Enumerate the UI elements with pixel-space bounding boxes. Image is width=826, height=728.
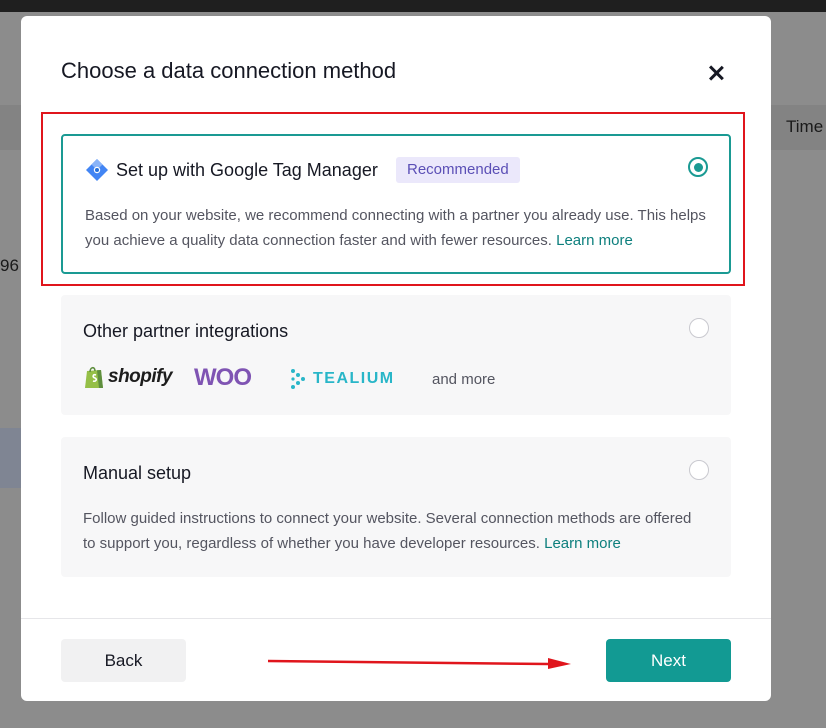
option-partner-integrations[interactable]: Other partner integrations shopify WOO T… [61,295,731,415]
option-manual-setup[interactable]: Manual setup Follow guided instructions … [61,437,731,577]
close-icon[interactable] [701,58,731,88]
next-button[interactable]: Next [606,639,731,682]
option-description: Follow guided instructions to connect yo… [83,506,698,556]
and-more-text: and more [432,371,496,388]
woo-logo: WOO [194,364,252,391]
background-partial-number: 96 [0,256,19,275]
tealium-logo-text: TEALIUM [313,370,395,387]
footer-divider [21,618,771,619]
option-title: Manual setup [83,463,192,483]
annotation-highlight-box [41,112,745,286]
dialog-title: Choose a data connection method [61,58,397,83]
radio-partner-integrations[interactable] [689,318,709,338]
back-button[interactable]: Back [61,639,186,682]
background-time-column-label: Time [786,117,824,136]
learn-more-link[interactable]: Learn more [544,535,621,552]
annotation-arrow [267,658,571,669]
shopify-logo: shopify [83,365,173,389]
shopify-logo-text: shopify [108,366,173,387]
tealium-mark-icon [291,369,305,389]
shopify-bag-icon [85,366,103,388]
browser-top-bar [0,0,826,12]
tealium-logo: TEALIUM [289,367,395,391]
radio-manual-setup[interactable] [689,460,709,480]
option-title: Other partner integrations [83,321,289,341]
